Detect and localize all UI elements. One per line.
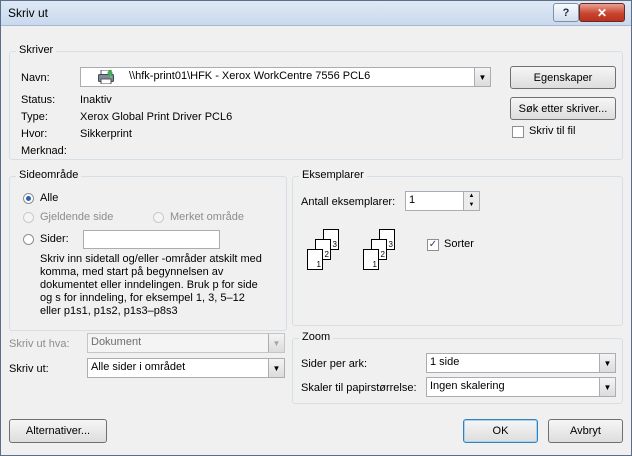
pages-per-sheet-label: Sider per ark: bbox=[301, 358, 368, 370]
help-button[interactable]: ? bbox=[553, 3, 579, 22]
spin-down-icon[interactable]: ▼ bbox=[463, 201, 479, 210]
pages-per-sheet-value: 1 side bbox=[430, 356, 460, 368]
page-range-legend: Sideområde bbox=[16, 169, 82, 181]
comment-label: Merknad: bbox=[21, 145, 67, 157]
print-what-value: Dokument bbox=[91, 336, 142, 348]
chevron-down-icon[interactable]: ▼ bbox=[599, 354, 615, 372]
help-line: dokumentet eller inndelingen. Bruk p for… bbox=[40, 279, 258, 291]
help-line: Skriv inn sidetall og/eller -områder ats… bbox=[40, 253, 262, 265]
print-what-label: Skriv ut hva: bbox=[9, 338, 70, 350]
page-stack-sheet: 1 bbox=[307, 249, 323, 270]
printer-name-value: \\hfk-print01\HFK - Xerox WorkCentre 755… bbox=[129, 70, 371, 82]
close-button[interactable]: ✕ bbox=[579, 3, 625, 22]
print-dialog: Skriv ut ? ✕ Skriver Navn: \\hfk-print01… bbox=[0, 0, 632, 456]
pages-per-sheet-select[interactable]: 1 side ▼ bbox=[426, 353, 616, 373]
window-title: Skriv ut bbox=[8, 6, 49, 20]
scale-select[interactable]: Ingen skalering ▼ bbox=[426, 377, 616, 397]
copies-count-label: Antall eksemplarer: bbox=[301, 196, 396, 208]
help-line: og s for inndeling, for eksempel 1, 3, 5… bbox=[40, 292, 245, 304]
type-label: Type: bbox=[21, 111, 48, 123]
help-line: eller p1s1, p1s2, p1s3–p8s3 bbox=[40, 305, 178, 317]
where-value: Sikkerprint bbox=[80, 128, 132, 140]
printer-icon bbox=[98, 69, 114, 85]
where-label: Hvor: bbox=[21, 128, 48, 140]
print-to-file-label[interactable]: Skriv til fil bbox=[529, 125, 575, 137]
ok-button[interactable]: OK bbox=[463, 419, 538, 443]
print-select[interactable]: Alle sider i området ▼ bbox=[87, 358, 285, 378]
current-page-label: Gjeldende side bbox=[40, 211, 114, 223]
chevron-down-icon: ▼ bbox=[268, 334, 284, 352]
page-range-help: Skriv inn sidetall og/eller -områder ats… bbox=[40, 253, 262, 318]
printer-name-select[interactable]: \\hfk-print01\HFK - Xerox WorkCentre 755… bbox=[80, 67, 491, 87]
copies-count-value: 1 bbox=[409, 194, 416, 206]
pages-radio[interactable] bbox=[23, 234, 34, 245]
print-label: Skriv ut: bbox=[9, 363, 49, 375]
current-page-radio bbox=[23, 212, 34, 223]
properties-button[interactable]: Egenskaper bbox=[510, 66, 616, 89]
collate-label[interactable]: Sorter bbox=[444, 238, 474, 250]
all-pages-label[interactable]: Alle bbox=[40, 192, 58, 204]
page-stack-sheet: 1 bbox=[363, 249, 379, 270]
selection-radio bbox=[153, 212, 164, 223]
printer-legend: Skriver bbox=[16, 44, 57, 56]
type-value: Xerox Global Print Driver PCL6 bbox=[80, 111, 233, 123]
chevron-down-icon[interactable]: ▼ bbox=[474, 68, 490, 86]
print-what-select: Dokument ▼ bbox=[87, 333, 285, 353]
chevron-down-icon[interactable]: ▼ bbox=[268, 359, 284, 377]
all-pages-radio[interactable] bbox=[23, 193, 34, 204]
selection-label: Merket område bbox=[170, 211, 244, 223]
print-to-file-checkbox[interactable] bbox=[512, 126, 524, 138]
collate-checkbox[interactable]: ✓ bbox=[427, 239, 439, 251]
pages-label[interactable]: Sider: bbox=[40, 233, 69, 245]
status-label: Status: bbox=[21, 94, 56, 106]
zoom-legend: Zoom bbox=[299, 331, 334, 343]
help-line: komma, med start på begynnelsen av bbox=[40, 266, 224, 278]
print-value: Alle sider i området bbox=[91, 361, 186, 373]
pages-input[interactable] bbox=[83, 230, 220, 249]
find-printer-button[interactable]: Søk etter skriver... bbox=[510, 97, 616, 120]
title-bar: Skriv ut ? ✕ bbox=[1, 1, 631, 26]
status-value: Inaktiv bbox=[80, 94, 112, 106]
cancel-button[interactable]: Avbryt bbox=[548, 419, 623, 443]
copies-count-input[interactable]: 1 ▲ ▼ bbox=[405, 191, 480, 211]
scale-value: Ingen skalering bbox=[430, 380, 505, 392]
copies-legend: Eksemplarer bbox=[299, 169, 367, 181]
scale-label: Skaler til papirstørrelse: bbox=[301, 382, 417, 394]
printer-name-label: Navn: bbox=[21, 72, 50, 84]
chevron-down-icon[interactable]: ▼ bbox=[599, 378, 615, 396]
options-button[interactable]: Alternativer... bbox=[9, 419, 107, 443]
